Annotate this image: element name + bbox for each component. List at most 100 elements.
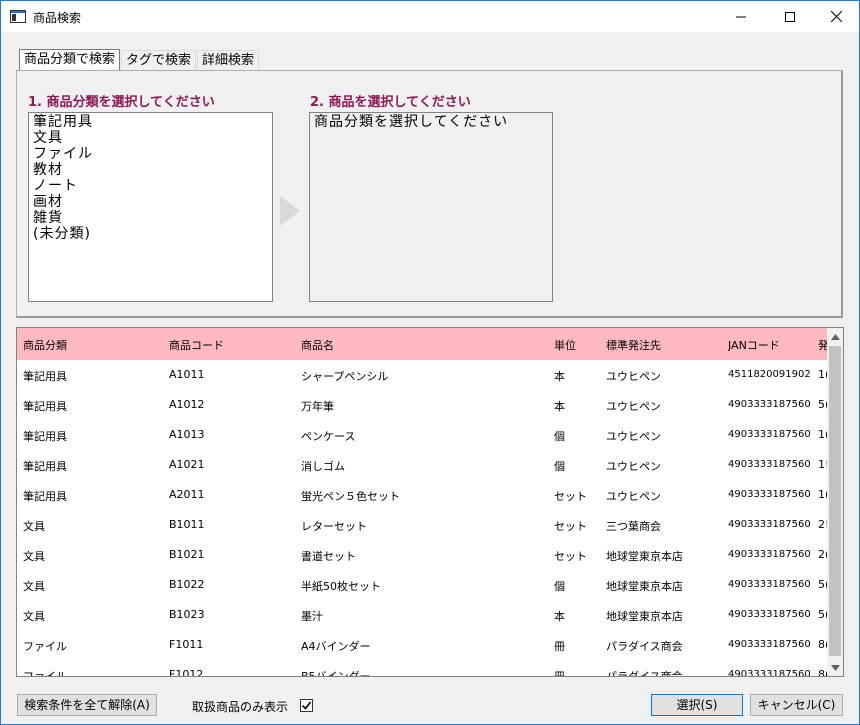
tab-tag-search[interactable]: タグで検索 [121,50,197,71]
table-cell: 筆記用具 [23,430,67,443]
table-cell: 8( [818,668,827,677]
column-header[interactable]: 標準発注先 [606,337,726,353]
table-cell: レターセット [301,520,367,533]
table-cell: 筆記用具 [23,370,67,383]
table-row[interactable]: 文具 B1021 書道セット セット 地球堂東京本店 4903333187560 2( [17,540,827,570]
table-cell: A1013 [169,428,205,441]
table-cell: 文具 [23,580,45,593]
product-grid[interactable]: 商品分類 商品コード 商品名 単位 標準発注先 JANコード 発 筆記用具 A10… [16,327,844,677]
table-cell: ペンケース [301,430,356,443]
list-item[interactable]: 筆記用具 [33,114,268,130]
window-app-icon [10,10,26,23]
table-cell: 蛍光ペン５色セット [301,490,400,503]
maximize-button[interactable] [767,1,813,32]
table-cell: 墨汁 [301,610,323,623]
tab-detail-search[interactable]: 詳細検索 [197,50,260,71]
table-row[interactable]: 文具 B1022 半紙50枚セット 個 地球堂東京本店 4903333187560 5( [17,570,827,600]
maximize-icon [785,11,795,22]
minimize-button[interactable] [718,1,764,32]
column-header[interactable]: 単位 [554,337,602,353]
product-search-window: 商品検索 商品分類で検索 タグで検索 詳細検索 1. 商品分類を選択してください… [0,0,860,725]
table-cell: 2! [818,518,827,531]
table-cell: 冊 [554,640,565,653]
vertical-scrollbar[interactable] [827,328,843,676]
table-cell: 個 [554,430,565,443]
table-cell: 半紙50枚セット [301,580,381,593]
close-icon [830,11,842,22]
table-cell: ファイル [23,640,67,653]
table-row[interactable]: ファイル F1011 A4バインダー 冊 パラダイス商会 4903333187560 8( [17,630,827,660]
list-item[interactable]: 文具 [33,130,268,146]
table-cell: 1! [818,458,827,471]
table-row[interactable]: ファイル F1012 B5バインダー 冊 パラダイス商会 4903333187560 8( [17,660,827,677]
table-row[interactable]: 筆記用具 A2011 蛍光ペン５色セット セット ユウヒペン 4903333187560 1… [17,480,827,510]
table-cell: B5バインダー [301,670,371,677]
table-cell: 筆記用具 [23,460,67,473]
column-header[interactable]: 商品分類 [23,337,163,353]
table-row[interactable]: 文具 B1011 レターセット セット 三つ葉商会 4903333187560 2! [17,510,827,540]
list-item[interactable]: 画材 [33,194,268,210]
table-cell: 4903333187560 [728,399,811,410]
product-list[interactable]: 商品分類を選択してください [309,112,553,302]
table-cell: 個 [554,460,565,473]
table-cell: ユウヒペン [606,370,661,383]
column-header[interactable]: 商品名 [301,337,551,353]
table-cell: 文具 [23,550,45,563]
table-cell: 地球堂東京本店 [606,610,683,623]
table-cell: ユウヒペン [606,460,661,473]
table-cell: A2011 [169,488,205,501]
list-item[interactable]: 雑貨 [33,210,268,226]
scroll-down-button[interactable] [827,659,843,676]
table-row[interactable]: 筆記用具 A1012 万年筆 本 ユウヒペン 4903333187560 5( [17,390,827,420]
table-cell: 4903333187560 [728,429,811,440]
table-cell: 1( [818,428,827,441]
table-cell: 消しゴム [301,460,345,473]
tab-category-search[interactable]: 商品分類で検索 [19,49,121,71]
table-cell: 地球堂東京本店 [606,550,683,563]
list-item[interactable]: 教材 [33,162,268,178]
table-cell: A1011 [169,368,205,381]
table-cell: パラダイス商会 [606,640,683,653]
table-cell: セット [554,550,587,563]
category-list[interactable]: 筆記用具 文具 ファイル 教材 ノート 画材 雑貨 (未分類) [28,112,273,302]
table-cell: 4903333187560 [728,609,811,620]
table-cell: 書道セット [301,550,356,563]
table-row[interactable]: 筆記用具 A1011 シャープペンシル 本 ユウヒペン 4511820091902 1( [17,360,827,390]
only-handled-label: 取扱商品のみ表示 [192,700,289,714]
table-row[interactable]: 筆記用具 A1013 ペンケース 個 ユウヒペン 4903333187560 1( [17,420,827,450]
table-cell: 本 [554,370,565,383]
table-cell: 本 [554,610,565,623]
table-cell: B1011 [169,518,205,531]
column-header[interactable]: JANコード [728,337,818,353]
table-cell: F1011 [169,638,204,651]
clear-conditions-button[interactable]: 検索条件を全て解除(A) [17,694,157,716]
list-item[interactable]: ノート [33,178,268,194]
category-search-panel: 1. 商品分類を選択してください 筆記用具 文具 ファイル 教材 ノート 画材 … [16,70,843,318]
chevron-down-icon [831,664,840,671]
column-header[interactable]: 発 [818,337,827,353]
select-button[interactable]: 選択(S) [651,694,743,716]
table-cell: 三つ葉商会 [606,520,661,533]
close-button[interactable] [813,1,859,32]
table-cell: 個 [554,580,565,593]
scroll-up-button[interactable] [827,328,843,345]
scrollbar-thumb[interactable] [829,346,841,656]
column-header[interactable]: 商品コード [169,337,294,353]
list-item[interactable]: (未分類) [33,226,268,242]
list-item[interactable]: ファイル [33,146,268,162]
table-row[interactable]: 文具 B1023 墨汁 本 地球堂東京本店 4903333187560 5( [17,600,827,630]
table-cell: ユウヒペン [606,490,661,503]
title-bar[interactable]: 商品検索 [1,1,859,32]
minimize-icon [736,16,746,17]
table-cell: 4903333187560 [728,669,811,677]
table-cell: 5( [818,398,827,411]
table-cell: 万年筆 [301,400,334,413]
table-row[interactable]: 筆記用具 A1021 消しゴム 個 ユウヒペン 4903333187560 1! [17,450,827,480]
table-cell: 4903333187560 [728,549,811,560]
table-cell: ユウヒペン [606,430,661,443]
table-cell: ユウヒペン [606,400,661,413]
table-cell: F1012 [169,668,204,677]
cancel-button[interactable]: キャンセル(C) [750,694,843,716]
only-handled-checkbox[interactable] [300,699,313,712]
checkmark-icon [301,701,312,710]
